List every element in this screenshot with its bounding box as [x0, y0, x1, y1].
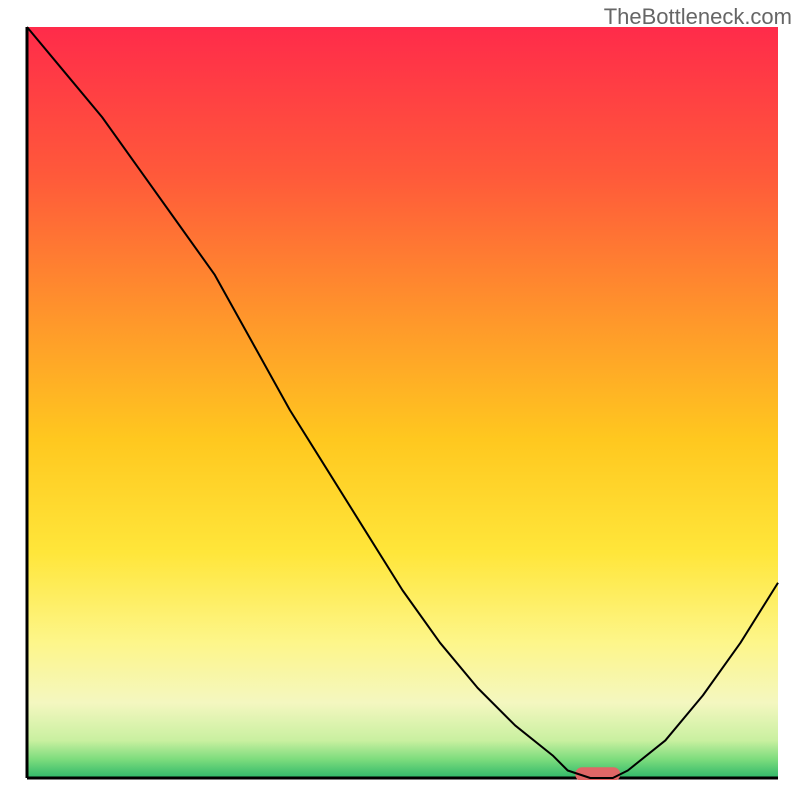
- chart-container: TheBottleneck.com: [0, 0, 800, 800]
- chart-svg: [25, 25, 780, 780]
- watermark-text: TheBottleneck.com: [604, 4, 792, 30]
- plot-area: [25, 25, 780, 780]
- gradient-background: [27, 27, 778, 778]
